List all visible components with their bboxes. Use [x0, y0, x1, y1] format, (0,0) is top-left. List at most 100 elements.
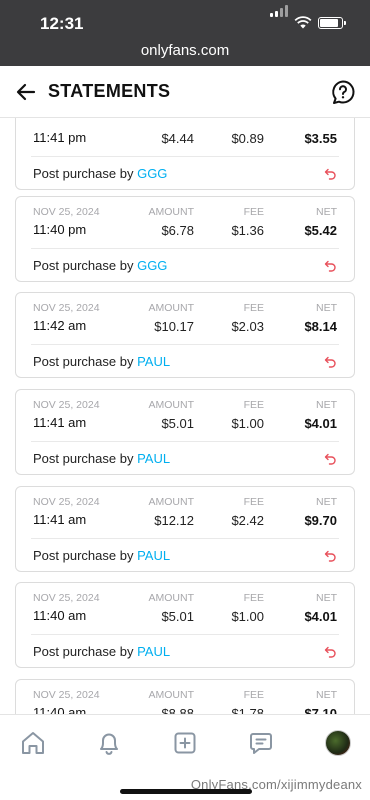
clock: 12:31 — [40, 14, 84, 33]
net-column: NET $4.01 — [304, 592, 337, 624]
refund-icon[interactable] — [324, 452, 337, 465]
net-label: NET — [316, 592, 337, 604]
refund-icon[interactable] — [324, 355, 337, 368]
home-indicator[interactable] — [120, 789, 252, 794]
statement-time: 11:40 am — [33, 705, 87, 714]
fee-value: $2.42 — [231, 513, 264, 528]
statement-description: Post purchase by PAUL — [33, 644, 170, 659]
statement-summary-row: NOV 25, 2024 11:40 pm AMOUNT $6.78 FEE $1.36 N… — [31, 197, 339, 249]
fee-column: FEE $2.03 — [231, 302, 264, 334]
amount-label: AMOUNT — [148, 592, 195, 604]
amount-column: AMOUNT $12.12 — [149, 496, 195, 528]
amount-column: AMOUNT $6.78 — [149, 206, 195, 238]
description-text: Post purchase by — [33, 548, 134, 563]
fee-column: FEE $1.78 — [231, 689, 264, 714]
statement-detail-row: Post purchase by GGG — [16, 249, 354, 281]
fee-column: FEE $1.36 — [231, 206, 264, 238]
arrow-left-icon[interactable] — [14, 80, 38, 104]
statement-date: NOV 25, 2024 — [33, 206, 100, 218]
page-header: STATEMENTS — [0, 66, 370, 118]
fee-label: FEE — [243, 689, 264, 701]
buyer-username-link[interactable]: PAUL — [137, 451, 170, 466]
amount-column: AMOUNT $8.88 — [149, 689, 195, 714]
fee-column: FEE$0.89 — [231, 118, 264, 146]
net-value: $8.14 — [304, 319, 337, 334]
statement-time: 11:42 am — [33, 318, 87, 333]
buyer-username-link[interactable]: GGG — [137, 166, 167, 181]
amount-column: AMOUNT$4.44 — [149, 118, 194, 146]
amount-value: $10.17 — [154, 319, 194, 334]
statement-card[interactable]: 11:41 pm AMOUNT$4.44 FEE$0.89 NET$3.55 Post … — [15, 118, 355, 190]
net-label: NET — [316, 399, 337, 411]
statement-date: NOV 25, 2024 — [33, 399, 100, 411]
fee-value: $0.89 — [231, 131, 264, 146]
plus-square-icon[interactable] — [171, 729, 199, 757]
fee-label: FEE — [243, 592, 264, 604]
statement-card[interactable]: NOV 25, 2024 11:40 am AMOUNT $5.01 FEE $1.00 N… — [15, 582, 355, 668]
statement-detail-row: Post purchase by GGG — [16, 157, 354, 189]
wifi-icon — [294, 16, 312, 29]
net-value: $3.55 — [304, 131, 337, 146]
statement-card[interactable]: NOV 25, 2024 11:41 am AMOUNT $5.01 FEE $1.00 N… — [15, 389, 355, 475]
page-title: STATEMENTS — [48, 81, 171, 101]
amount-label: AMOUNT — [148, 689, 195, 701]
bell-icon[interactable] — [95, 729, 123, 757]
status-bar: 12:31 onlyfans.com — [0, 0, 370, 66]
statement-card[interactable]: NOV 25, 2024 11:42 am AMOUNT $10.17 FEE $2.03… — [15, 292, 355, 378]
amount-label: AMOUNT — [148, 496, 195, 508]
description-text: Post purchase by — [33, 166, 134, 181]
net-column: NET $4.01 — [304, 399, 337, 431]
buyer-username-link[interactable]: PAUL — [137, 644, 170, 659]
statement-summary-row: NOV 25, 2024 11:40 am AMOUNT $5.01 FEE $1.00 N… — [31, 583, 339, 635]
description-text: Post purchase by — [33, 258, 134, 273]
statement-card[interactable]: NOV 25, 2024 11:40 pm AMOUNT $6.78 FEE $1.36 N… — [15, 196, 355, 282]
url-domain[interactable]: onlyfans.com — [0, 42, 370, 59]
net-column: NET $8.14 — [304, 302, 337, 334]
statement-time: 11:40 am — [33, 608, 87, 623]
amount-column: AMOUNT $5.01 — [149, 592, 195, 624]
message-icon[interactable] — [247, 729, 275, 757]
buyer-username-link[interactable]: PAUL — [137, 354, 170, 369]
fee-value: $1.00 — [231, 416, 264, 431]
net-value: $5.42 — [304, 223, 337, 238]
refund-icon[interactable] — [324, 549, 337, 562]
home-icon[interactable] — [19, 729, 47, 757]
statement-time: 11:41 am — [33, 415, 87, 430]
statement-description: Post purchase by PAUL — [33, 548, 170, 563]
fee-column: FEE $1.00 — [231, 592, 264, 624]
help-bubble-icon[interactable] — [330, 79, 356, 105]
refund-icon[interactable] — [324, 167, 337, 180]
refund-icon[interactable] — [324, 259, 337, 272]
refund-icon[interactable] — [324, 645, 337, 658]
fee-value: $1.36 — [231, 223, 264, 238]
buyer-username-link[interactable]: PAUL — [137, 548, 170, 563]
amount-label: AMOUNT — [148, 302, 195, 314]
avatar[interactable] — [325, 730, 351, 756]
statements-list[interactable]: 11:41 pmAMOUNT$4.44FEE$0.89NET$3.55Post … — [0, 118, 370, 714]
net-label: NET — [316, 302, 337, 314]
description-text: Post purchase by — [33, 644, 134, 659]
net-value: $4.01 — [304, 609, 337, 624]
statement-time: 11:40 pm — [33, 222, 87, 237]
statement-detail-row: Post purchase by PAUL — [16, 345, 354, 377]
fee-label: FEE — [243, 302, 264, 314]
statement-description: Post purchase by PAUL — [33, 354, 170, 369]
fee-label: FEE — [243, 399, 264, 411]
amount-value: $5.01 — [161, 416, 194, 431]
statement-card[interactable]: NOV 25, 2024 11:41 am AMOUNT $12.12 FEE $2.42… — [15, 486, 355, 572]
statement-date: NOV 25, 2024 — [33, 592, 100, 604]
net-column: NET $5.42 — [304, 206, 337, 238]
buyer-username-link[interactable]: GGG — [137, 258, 167, 273]
net-value: $7.10 — [304, 706, 337, 714]
description-text: Post purchase by — [33, 354, 134, 369]
statement-summary-row: NOV 25, 2024 11:40 am AMOUNT $8.88 FEE $1.78 N… — [31, 680, 339, 714]
net-label: NET — [316, 689, 337, 701]
amount-column: AMOUNT $10.17 — [149, 302, 195, 334]
bottom-nav: OnlyFans.com/xijimmydeanx — [0, 714, 370, 800]
amount-label: AMOUNT — [148, 399, 195, 411]
fee-value: $1.00 — [231, 609, 264, 624]
statement-time: 11:41 pm — [33, 130, 87, 145]
statement-card[interactable]: NOV 25, 2024 11:40 am AMOUNT $8.88 FEE $1.78 N… — [15, 679, 355, 714]
statement-date: NOV 25, 2024 — [33, 496, 100, 508]
statement-summary-row: NOV 25, 2024 11:42 am AMOUNT $10.17 FEE $2.03… — [31, 293, 339, 345]
